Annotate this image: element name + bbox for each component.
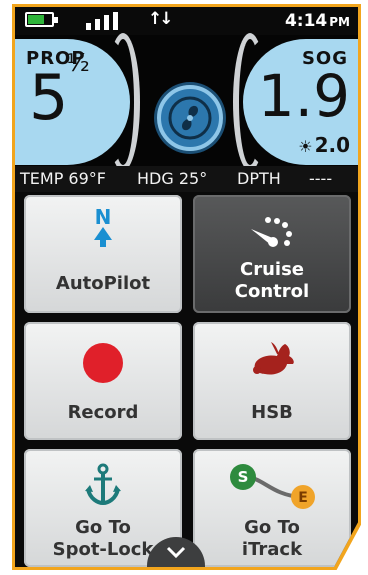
battery-icon [25, 12, 58, 27]
track-path-icon: S E [230, 464, 315, 509]
svg-text:E: E [298, 490, 308, 506]
autopilot-button[interactable]: N AutoPilot [24, 195, 182, 313]
autopilot-label: AutoPilot [55, 273, 151, 294]
go-to-itrack-button[interactable]: S E Go To iTrack [193, 449, 351, 567]
depth-value: ---- [309, 169, 333, 188]
heading-readout: HDG 25° [137, 169, 208, 188]
clock-time: 4:14 [284, 11, 328, 31]
data-transfer-icon: ↑↓ [148, 9, 173, 29]
sog-gauge[interactable]: SOG 1.9 ☀ 2.0 [233, 33, 358, 171]
cruise-icon: ☀ [298, 137, 313, 156]
chevron-down-icon [166, 546, 186, 558]
sog-cruise-value: ☀ 2.0 [298, 133, 350, 157]
svg-text:N: N [95, 207, 112, 229]
clock-ampm: PM [329, 15, 350, 29]
clock: 4:14 PM [285, 11, 350, 31]
status-bar: ↑↓ 4:14 PM [15, 7, 358, 35]
prop-gauge[interactable]: PROP 5½ [15, 33, 140, 171]
itrack-label: Go To iTrack [241, 517, 303, 560]
hsb-button[interactable]: HSB [193, 322, 351, 440]
anchor-icon [85, 463, 121, 506]
prop-gauge-ring [106, 33, 140, 171]
cruise-control-button[interactable]: Cruise Control [193, 195, 351, 313]
device: ↑↓ 4:14 PM PROP 5½ SOG 1.9 ☀ 2.0 TEMP 69… [0, 0, 368, 575]
speedometer-icon [251, 217, 292, 247]
screen: ↑↓ 4:14 PM PROP 5½ SOG 1.9 ☀ 2.0 TEMP 69… [15, 7, 358, 567]
record-button[interactable]: Record [24, 322, 182, 440]
propeller-icon [168, 96, 212, 140]
svg-text:S: S [238, 468, 249, 486]
prop-value: 5½ [29, 49, 90, 134]
info-bar: TEMP 69°F HDG 25° DPTH ---- [15, 166, 358, 192]
battery-level [28, 15, 45, 24]
temp-readout: TEMP 69°F [20, 169, 106, 188]
hsb-label: HSB [251, 402, 293, 423]
record-dot-icon [83, 343, 123, 383]
propeller-button[interactable] [157, 85, 223, 151]
sog-value: 1.9 [257, 62, 350, 130]
record-label: Record [67, 402, 139, 423]
gauge-panel: PROP 5½ SOG 1.9 ☀ 2.0 [15, 33, 358, 171]
north-arrow-icon: N [94, 207, 112, 247]
rabbit-icon [253, 342, 294, 375]
signal-icon [86, 12, 124, 30]
cruise-control-label: Cruise Control [234, 259, 310, 302]
depth-label: DPTH [237, 169, 281, 188]
